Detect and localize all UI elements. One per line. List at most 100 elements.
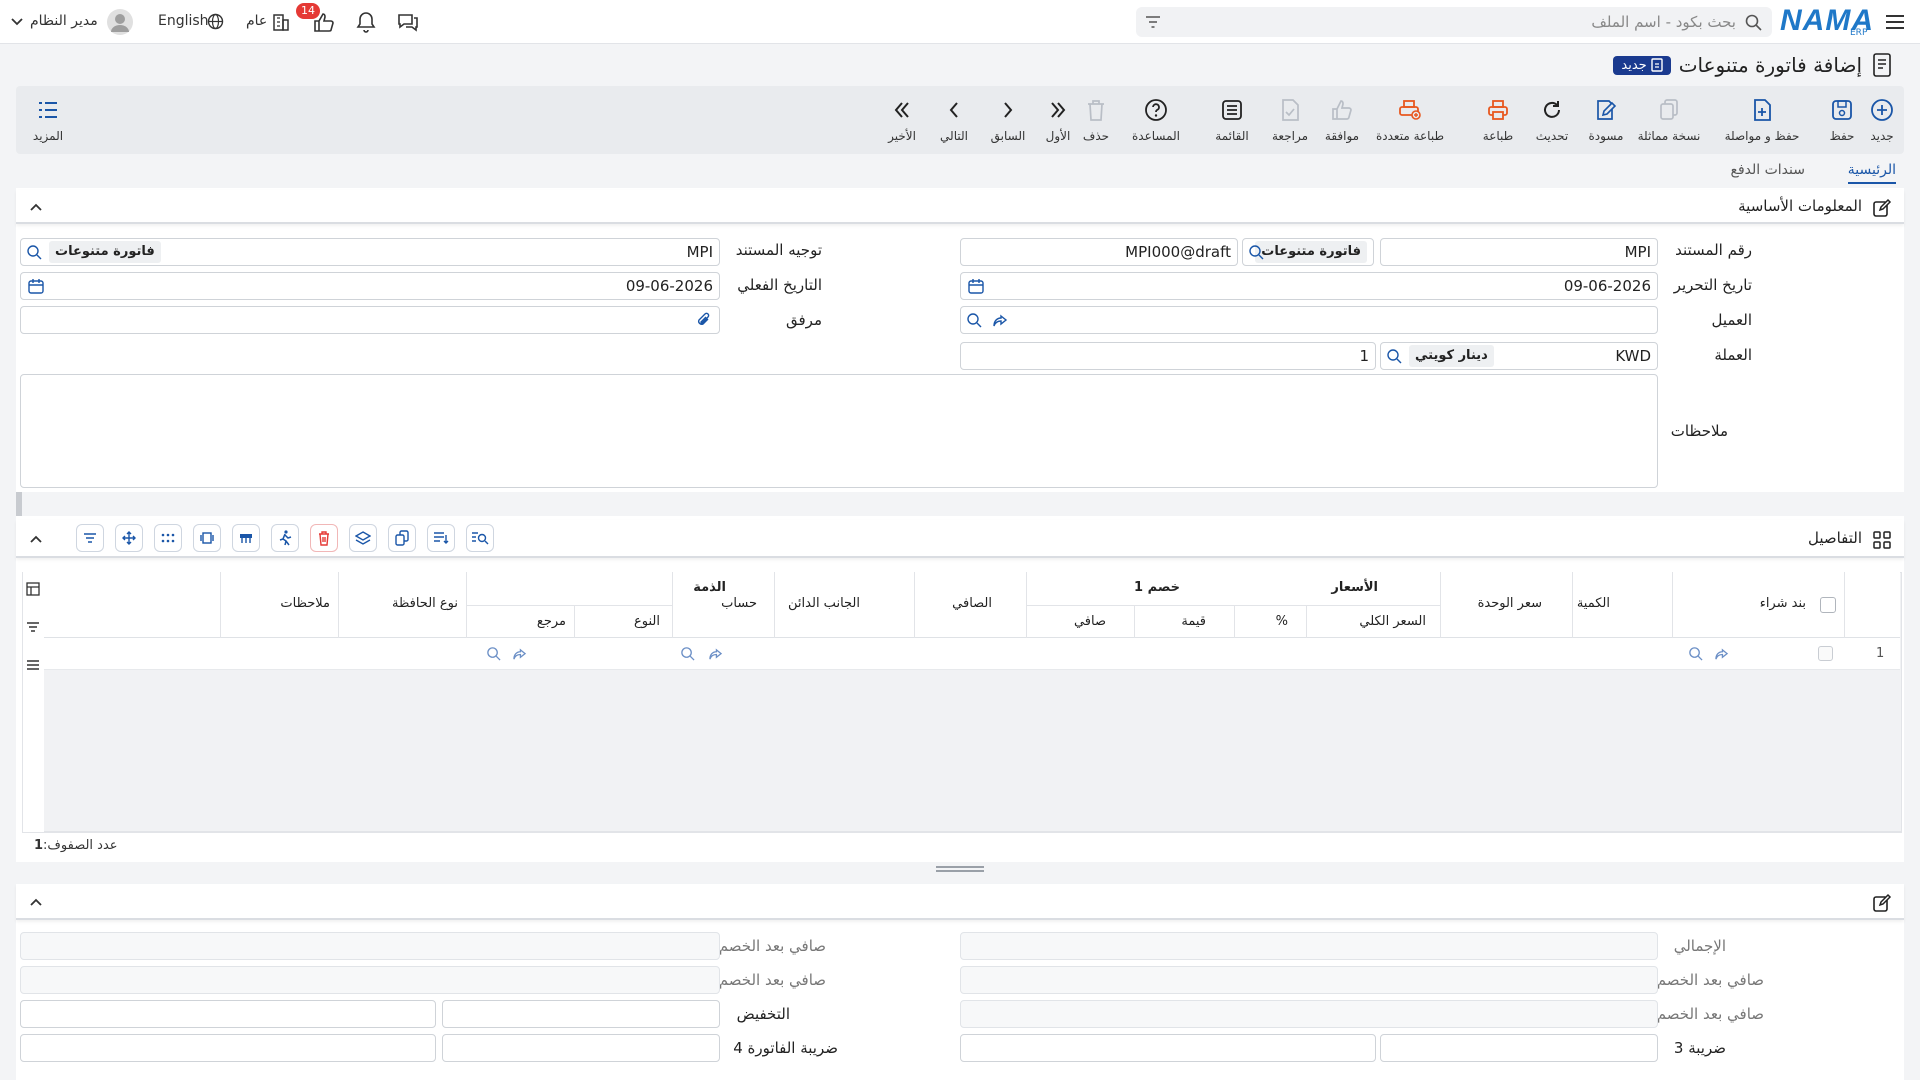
duplicate-button[interactable]: نسخة مماثلة <box>1632 86 1706 154</box>
col-reference[interactable]: مرجع <box>537 614 566 629</box>
customer-lookup[interactable] <box>960 306 1658 334</box>
last-button[interactable]: الأخير <box>884 86 920 154</box>
help-button[interactable]: المساعدة <box>1124 86 1188 154</box>
edit-date-input[interactable]: 09-06-2026 <box>960 272 1658 300</box>
search-list-icon[interactable] <box>466 524 494 552</box>
chevron-up-icon[interactable] <box>28 532 44 546</box>
row-item-share-icon[interactable] <box>1712 645 1730 663</box>
col-portfolio-type[interactable]: نوع الحافظة <box>392 596 458 611</box>
layers-icon[interactable] <box>349 524 377 552</box>
scope-label[interactable]: عام <box>246 13 267 29</box>
resize-handle[interactable] <box>936 866 984 872</box>
columns-icon[interactable] <box>193 524 221 552</box>
chevron-up-icon[interactable] <box>28 895 44 909</box>
reduction-percent-input[interactable] <box>442 1000 720 1028</box>
select-all-checkbox[interactable] <box>1820 597 1836 613</box>
share-icon[interactable] <box>991 312 1009 330</box>
paperclip-icon[interactable] <box>695 311 713 329</box>
runner-icon[interactable] <box>271 524 299 552</box>
calendar-icon[interactable] <box>967 277 985 295</box>
table-settings-icon[interactable] <box>24 580 42 598</box>
invoice-tax4-percent-input[interactable] <box>442 1034 720 1062</box>
table-row[interactable] <box>44 638 1900 670</box>
attachment-input[interactable] <box>20 306 720 334</box>
bell-icon[interactable] <box>354 10 378 34</box>
col-net-disc[interactable]: صافي <box>1074 614 1106 629</box>
doc-code-input[interactable]: MPI000@draft <box>960 238 1238 266</box>
list-button[interactable]: القائمة <box>1212 86 1252 154</box>
delete-row-icon[interactable] <box>310 524 338 552</box>
actual-date-input[interactable]: 09-06-2026 <box>20 272 720 300</box>
col-net[interactable]: الصافي <box>952 596 992 611</box>
net-after-disc1-input[interactable] <box>20 932 720 960</box>
search-box[interactable]: بحث بكود - اسم الملف <box>1136 7 1772 37</box>
next-button[interactable]: التالي <box>934 86 974 154</box>
net-after-disc2-input[interactable] <box>960 966 1658 994</box>
tab-main[interactable]: الرئيسية <box>1847 162 1896 184</box>
row-account-share-icon[interactable] <box>706 645 724 663</box>
dots-grid-icon[interactable] <box>154 524 182 552</box>
more-button[interactable]: المزيد <box>28 86 68 154</box>
chevron-down-icon[interactable] <box>10 15 24 29</box>
doc-number-prefix-input[interactable]: MPI <box>1380 238 1658 266</box>
total-input[interactable] <box>960 932 1658 960</box>
invoice-tax4-value-input[interactable] <box>20 1034 436 1062</box>
row-ref-share-icon[interactable] <box>510 645 528 663</box>
search-refresh-icon[interactable] <box>965 311 983 329</box>
app-logo[interactable]: NAMA ERP <box>1780 4 1874 38</box>
delete-button[interactable]: حذف <box>1078 86 1114 154</box>
row-checkbox[interactable] <box>1818 646 1833 661</box>
chevron-up-icon[interactable] <box>28 200 44 214</box>
avatar-icon[interactable] <box>106 8 134 36</box>
filter-lines-tool[interactable] <box>76 524 104 552</box>
copy-row-icon[interactable] <box>388 524 416 552</box>
reduction-value-input[interactable] <box>20 1000 436 1028</box>
messages-icon[interactable] <box>396 10 420 34</box>
building-icon[interactable] <box>270 11 292 33</box>
new-button[interactable]: جديد <box>1864 86 1900 154</box>
print-button[interactable]: طباعة <box>1478 86 1518 154</box>
table-stamp-icon[interactable] <box>232 524 260 552</box>
search-refresh-icon[interactable] <box>1385 347 1403 365</box>
review-button[interactable]: مراجعة <box>1270 86 1310 154</box>
user-name[interactable]: مدير النظام <box>30 13 98 29</box>
rows-icon[interactable] <box>24 656 42 674</box>
sort-rows-icon[interactable] <box>427 524 455 552</box>
notes-textarea[interactable] <box>20 374 1658 488</box>
col-notes[interactable]: ملاحظات <box>280 596 330 611</box>
save-button[interactable]: حفظ <box>1824 86 1860 154</box>
search-refresh-icon[interactable] <box>1247 243 1265 261</box>
filter-icon[interactable] <box>1144 13 1162 31</box>
multi-print-button[interactable]: طباعة متعددة <box>1368 86 1452 154</box>
col-account[interactable]: حساب <box>721 596 757 611</box>
col-quantity[interactable]: الكمية <box>1577 596 1610 611</box>
draft-button[interactable]: مسودة <box>1586 86 1626 154</box>
approve-button[interactable]: موافقة <box>1322 86 1362 154</box>
col-credit-side[interactable]: الجانب الدائن <box>788 596 860 611</box>
net-after-disc3-input[interactable] <box>20 966 720 994</box>
row-item-search-icon[interactable] <box>1686 644 1704 662</box>
doc-type-lookup[interactable]: فاتورة متنوعات <box>1242 238 1374 266</box>
tab-payment-vouchers[interactable]: سندات الدفع <box>1731 162 1805 178</box>
first-button[interactable]: الأول <box>1042 86 1074 154</box>
col-value[interactable]: قيمة <box>1181 614 1206 629</box>
filter-icon[interactable] <box>24 618 42 636</box>
move-icon[interactable] <box>115 524 143 552</box>
language-switch[interactable]: English <box>158 13 209 29</box>
row-ref-search-icon[interactable] <box>484 644 502 662</box>
col-total-price[interactable]: السعر الكلي <box>1359 614 1426 629</box>
hamburger-menu-icon[interactable] <box>1882 10 1908 34</box>
row-account-search-icon[interactable] <box>678 644 696 662</box>
globe-icon[interactable] <box>206 12 224 30</box>
doc-direction-input[interactable]: MPI فاتورة متنوعات <box>20 238 720 266</box>
refresh-button[interactable]: تحديث <box>1532 86 1572 154</box>
currency-rate-input[interactable]: 1 <box>960 342 1376 370</box>
tax3-value-input[interactable] <box>960 1034 1376 1062</box>
save-continue-button[interactable]: حفظ و مواصلة <box>1718 86 1806 154</box>
previous-button[interactable]: السابق <box>988 86 1028 154</box>
calendar-icon[interactable] <box>27 277 45 295</box>
col-purchase-item[interactable]: بند شراء <box>1760 596 1806 611</box>
search-input[interactable]: بحث بكود - اسم الملف <box>1591 13 1736 31</box>
col-unit-price[interactable]: سعر الوحدة <box>1478 596 1542 611</box>
tax3-percent-input[interactable] <box>1380 1034 1658 1062</box>
